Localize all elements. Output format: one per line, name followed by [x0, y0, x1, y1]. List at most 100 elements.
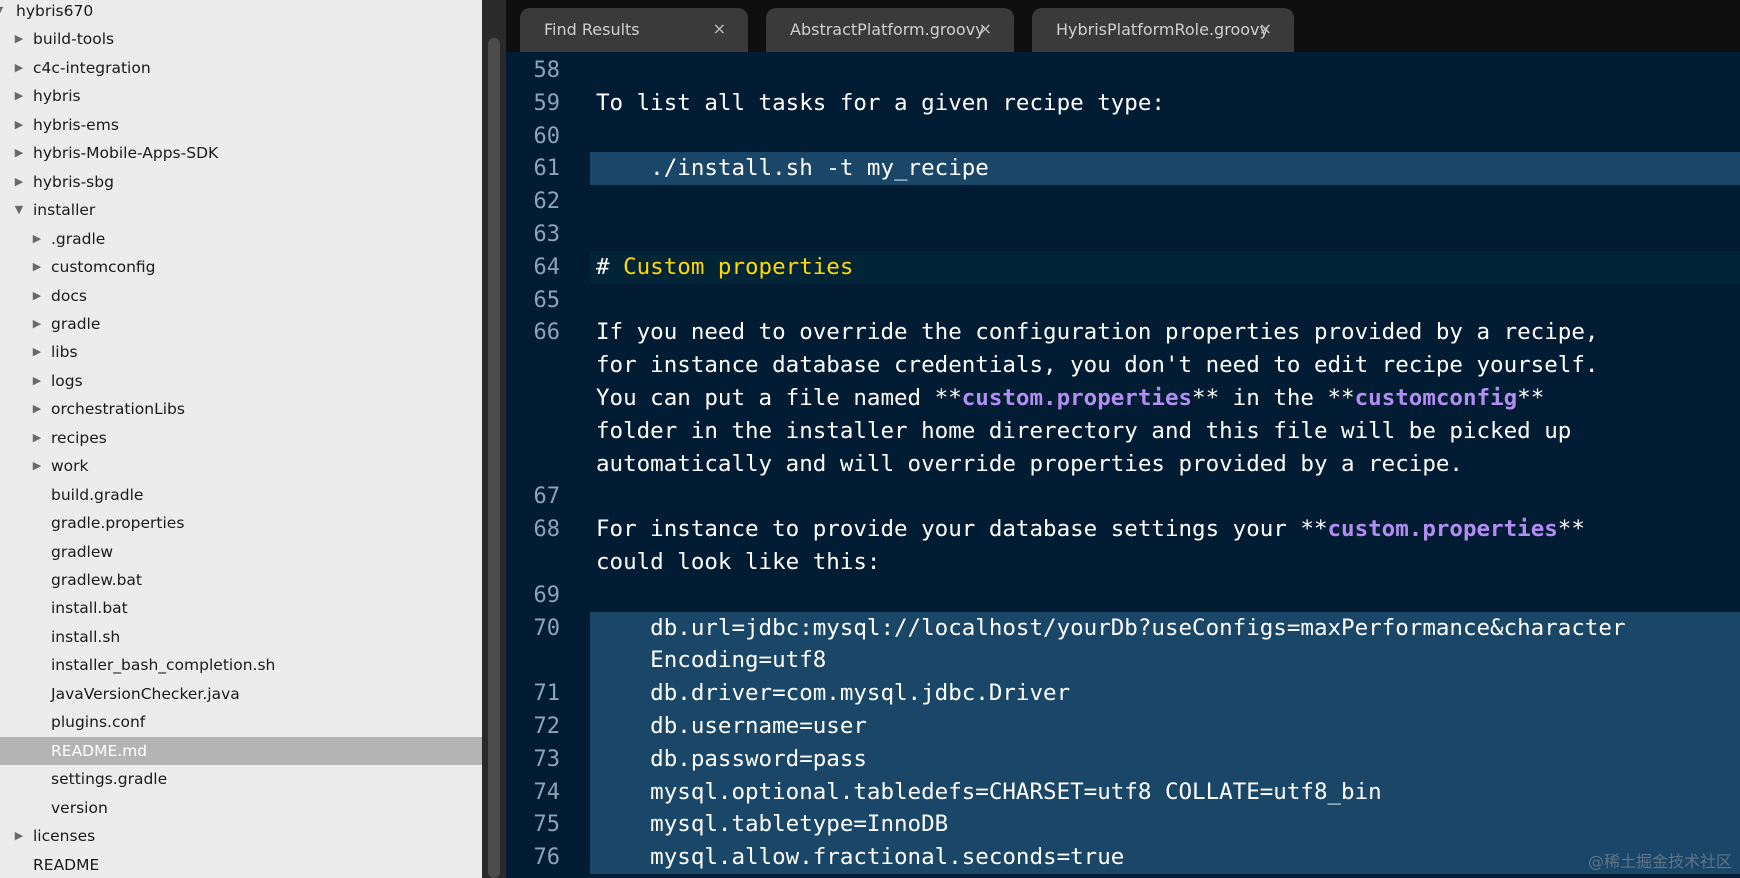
code-line[interactable]: automatically and will override properti…	[590, 448, 1740, 481]
collapsed-arrow-icon[interactable]: ▶	[12, 82, 26, 110]
tree-item-label: gradle	[51, 314, 101, 333]
code-line[interactable]: db.url=jdbc:mysql://localhost/yourDb?use…	[590, 611, 1740, 645]
code-line[interactable]: mysql.optional.tabledefs=CHARSET=utf8 CO…	[590, 775, 1740, 809]
code-line[interactable]: If you need to override the configuratio…	[590, 316, 1740, 349]
tree-item[interactable]: ▶ licenses	[0, 822, 482, 850]
tree-item[interactable]: ▶ hybris-ems	[0, 111, 482, 139]
tree-item-label: installer_bash_completion.sh	[51, 656, 276, 675]
code-line[interactable]: mysql.tabletype=InnoDB	[590, 808, 1740, 842]
expanded-arrow-icon[interactable]: ▼	[12, 196, 26, 224]
sidebar-scrollbar-thumb[interactable]	[488, 38, 500, 878]
tree-item[interactable]: ▶ gradle	[0, 310, 482, 338]
collapsed-arrow-icon[interactable]: ▶	[30, 310, 44, 338]
tree-item[interactable]: ▶ recipes	[0, 424, 482, 452]
collapsed-arrow-icon[interactable]: ▶	[12, 54, 26, 82]
tree-item[interactable]: version	[0, 794, 482, 822]
code-line[interactable]: for instance database credentials, you d…	[590, 349, 1740, 382]
tree-item[interactable]: install.sh	[0, 623, 482, 651]
tab-find-results[interactable]: Find Results ×	[520, 8, 748, 52]
tree-item[interactable]: ▶ logs	[0, 367, 482, 395]
tree-item[interactable]: ▶ customconfig	[0, 253, 482, 281]
collapsed-arrow-icon[interactable]: ▶	[12, 168, 26, 196]
tab-abstractplatform-groovy[interactable]: AbstractPlatform.groovy ×	[766, 8, 1014, 52]
close-icon[interactable]: ×	[979, 19, 992, 38]
tree-item[interactable]: ▶ hybris-Mobile-Apps-SDK	[0, 139, 482, 167]
collapsed-arrow-icon[interactable]: ▶	[30, 282, 44, 310]
code-line[interactable]	[590, 218, 1740, 251]
collapsed-arrow-icon[interactable]: ▶	[30, 452, 44, 480]
tree-item[interactable]: installer_bash_completion.sh	[0, 651, 482, 679]
code-line[interactable]: could look like this:	[590, 546, 1740, 579]
tab-bar: Find Results × AbstractPlatform.groovy ×…	[506, 0, 1740, 52]
code-editor[interactable]: 58 59 60 61 62 63 64 65 66 67 68 69 70 71 72 73 74 75 76 T…	[506, 52, 1740, 878]
code-line[interactable]: For instance to provide your database se…	[590, 513, 1740, 546]
code-line[interactable]: mysql.allow.fractional.seconds=true	[590, 841, 1740, 875]
line-number: 71	[533, 681, 561, 707]
code-line[interactable]: db.password=pass	[590, 742, 1740, 776]
line-number	[506, 448, 560, 481]
code-line[interactable]: folder in the installer home direrectory…	[590, 415, 1740, 448]
collapsed-arrow-icon[interactable]: ▶	[30, 424, 44, 452]
tree-item-label: settings.gradle	[51, 770, 168, 789]
code-line[interactable]: To list all tasks for a given recipe typ…	[590, 87, 1740, 120]
code-line[interactable]	[590, 284, 1740, 317]
tab-hybrisplatformrole-groovy[interactable]: HybrisPlatformRole.groovy ×	[1032, 8, 1294, 52]
tree-item[interactable]: JavaVersionChecker.java	[0, 680, 482, 708]
tree-item[interactable]: ▶ work	[0, 452, 482, 480]
code-line[interactable]: ./install.sh -t my_recipe	[590, 152, 1740, 186]
collapsed-arrow-icon[interactable]: ▶	[12, 822, 26, 850]
code-text: For instance to provide your database se…	[596, 516, 1328, 543]
code-line[interactable]	[590, 185, 1740, 218]
tree-item[interactable]: install.bat	[0, 594, 482, 622]
tree-item-label: build-tools	[33, 30, 115, 49]
tree-item[interactable]: gradle.properties	[0, 509, 482, 537]
tree-item[interactable]: README	[0, 851, 482, 878]
tree-item[interactable]: gradlew	[0, 538, 482, 566]
tree-item[interactable]: ▼ hybris670	[0, 0, 482, 25]
tree-item[interactable]: ▶ orchestrationLibs	[0, 395, 482, 423]
tree-item-label: customconfig	[51, 258, 156, 277]
tree-item[interactable]: ▶ docs	[0, 282, 482, 310]
close-icon[interactable]: ×	[1259, 19, 1272, 38]
tree-item[interactable]: settings.gradle	[0, 765, 482, 793]
tree-item-label: docs	[51, 286, 87, 305]
line-number: 75	[533, 812, 561, 838]
bold-text: custom.properties	[1327, 516, 1558, 543]
tree-item-label: c4c-integration	[33, 58, 151, 77]
code-line[interactable]: You can put a file named **custom.proper…	[590, 382, 1740, 415]
tree-item[interactable]: ▶ hybris	[0, 82, 482, 110]
tree-item[interactable]: ▶ .gradle	[0, 225, 482, 253]
code-line[interactable]	[590, 579, 1740, 612]
code-text: You can put a file named **	[596, 385, 962, 411]
tree-item[interactable]: plugins.conf	[0, 708, 482, 736]
tree-item[interactable]: README.md	[0, 736, 482, 765]
code-line[interactable]: Encoding=utf8	[590, 644, 1740, 678]
code-text: automatically and will override properti…	[596, 450, 1463, 477]
tree-item[interactable]: build.gradle	[0, 481, 482, 509]
line-number: 59	[533, 90, 561, 116]
code-line[interactable]: # Custom properties	[590, 250, 1740, 284]
tree-item[interactable]: ▶ build-tools	[0, 25, 482, 53]
tree-item[interactable]: ▶ hybris-sbg	[0, 168, 482, 196]
tree-item[interactable]: ▶ c4c-integration	[0, 54, 482, 82]
collapsed-arrow-icon[interactable]: ▶	[30, 225, 44, 253]
collapsed-arrow-icon[interactable]: ▶	[12, 25, 26, 53]
collapsed-arrow-icon[interactable]: ▶	[30, 338, 44, 366]
code-line[interactable]	[590, 54, 1740, 87]
code-line[interactable]	[590, 120, 1740, 153]
collapsed-arrow-icon[interactable]: ▶	[30, 395, 44, 423]
tree-item-label: hybris-sbg	[33, 172, 114, 191]
tree-item[interactable]: ▶ libs	[0, 338, 482, 366]
code-line[interactable]: db.username=user	[590, 710, 1740, 743]
tree-item[interactable]: ▼ installer	[0, 196, 482, 224]
collapsed-arrow-icon[interactable]: ▶	[30, 253, 44, 281]
expanded-arrow-icon[interactable]: ▼	[0, 0, 6, 25]
collapsed-arrow-icon[interactable]: ▶	[12, 139, 26, 167]
line-number: 68	[533, 517, 561, 543]
code-line[interactable]: db.driver=com.mysql.jdbc.Driver	[590, 677, 1740, 711]
tree-item[interactable]: gradlew.bat	[0, 566, 482, 594]
code-line[interactable]	[590, 480, 1740, 513]
collapsed-arrow-icon[interactable]: ▶	[12, 111, 26, 139]
collapsed-arrow-icon[interactable]: ▶	[30, 367, 44, 395]
close-icon[interactable]: ×	[713, 19, 726, 38]
